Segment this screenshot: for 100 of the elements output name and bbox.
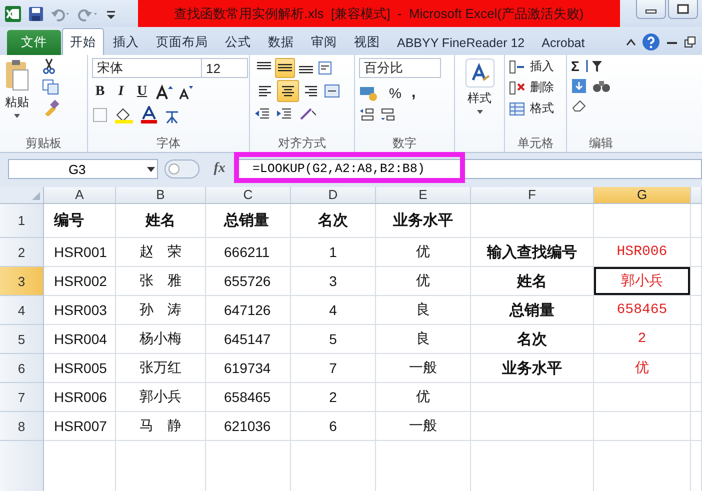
ribbon-tab[interactable]: 插入: [105, 29, 147, 55]
align-center-button[interactable]: [277, 80, 299, 102]
format-cells-icon: [509, 102, 525, 116]
fill-icon[interactable]: [571, 78, 587, 94]
ribbon-tab[interactable]: 视图: [346, 29, 388, 55]
sum-button[interactable]: Σ: [571, 58, 580, 74]
help-icon[interactable]: [642, 33, 660, 51]
table-cell-text: 业务水平: [392, 211, 454, 231]
row-header[interactable]: 2: [0, 238, 44, 267]
collapse-icon[interactable]: [626, 38, 636, 46]
ribbon-tab[interactable]: 数据: [260, 29, 302, 55]
empty-cell: [691, 383, 702, 412]
table-cell-text: 658465: [223, 388, 272, 407]
caret-icon: [145, 165, 158, 173]
result-cell-text: 658465: [616, 301, 668, 320]
paste-button[interactable]: 粘贴: [4, 58, 30, 135]
column-header[interactable]: G: [594, 187, 691, 204]
font-color-icon[interactable]: [140, 106, 158, 124]
column-header[interactable]: E: [376, 187, 471, 204]
column-header[interactable]: B: [116, 187, 206, 204]
ribbon-tab[interactable]: 页面布局: [148, 29, 216, 55]
table-cell-text: 编号: [52, 211, 85, 231]
column-header[interactable]: A: [44, 187, 116, 204]
percent-button[interactable]: %: [389, 84, 402, 100]
table-cell-text: 2: [328, 388, 338, 407]
ribbon-tab[interactable]: ABBYY FineReader 12: [389, 29, 533, 55]
cut-icon[interactable]: [42, 58, 56, 74]
align-center-icon: [281, 86, 295, 96]
comma-button[interactable]: ,: [411, 84, 416, 101]
delete-cells-button[interactable]: 删除: [509, 79, 554, 96]
grow-font-icon[interactable]: [155, 84, 173, 100]
table-cell-text: 姓名: [516, 272, 548, 292]
table-cell-text: 良: [415, 300, 431, 319]
column-header[interactable]: F: [471, 187, 594, 204]
column-header[interactable]: C: [206, 187, 291, 204]
save-icon[interactable]: [28, 6, 44, 22]
delete-cells-icon: [509, 80, 525, 94]
increase-decimal-icon[interactable]: [359, 107, 375, 121]
result-cell-text: 2: [636, 330, 648, 349]
insert-function-button[interactable]: fx: [214, 161, 226, 177]
find-icon[interactable]: [592, 78, 612, 94]
row-header[interactable]: 6: [0, 354, 44, 383]
group-label: 字体: [156, 135, 180, 152]
merge-icon[interactable]: [323, 83, 341, 99]
result-cell-text: HSR006: [616, 243, 668, 262]
table-cell-text: 1: [328, 243, 338, 262]
table-cell-text: HSR003: [53, 301, 108, 320]
row-header[interactable]: 7: [0, 383, 44, 412]
font-size-field[interactable]: 12: [202, 58, 248, 78]
row-header[interactable]: 4: [0, 296, 44, 325]
row-header[interactable]: 8: [0, 412, 44, 441]
row-header[interactable]: 5: [0, 325, 44, 354]
table-cell-text: 7: [328, 359, 338, 378]
restore-button[interactable]: [668, 0, 698, 19]
styles-button[interactable]: 样式: [464, 58, 494, 135]
column-header[interactable]: D: [291, 187, 376, 204]
restore-icon[interactable]: [684, 36, 696, 48]
bold-button[interactable]: B: [92, 84, 108, 100]
table-cell-text: 业务水平: [501, 358, 563, 378]
table-cell-text: 优: [415, 387, 431, 406]
ribbon-tab[interactable]: 公式: [217, 29, 259, 55]
table-cell-text: 优: [415, 242, 431, 261]
format-cells-button[interactable]: 格式: [509, 100, 554, 117]
font-name-field[interactable]: 宋体: [92, 58, 202, 78]
sort-filter-icon[interactable]: [584, 58, 604, 74]
number-format-field[interactable]: 百分比: [359, 58, 441, 78]
table-cell-text: 郭小兵: [138, 387, 182, 406]
table-cell-text: HSR005: [53, 359, 108, 378]
insert-cells-button[interactable]: 插入: [509, 58, 554, 75]
table-cell-text: 一般: [408, 416, 438, 435]
file-tab[interactable]: 文件: [7, 30, 61, 55]
table-cell-text: 总销量: [508, 300, 556, 320]
decrease-decimal-icon[interactable]: [380, 107, 396, 121]
corner-icon: [31, 191, 41, 201]
orientation-icon[interactable]: [298, 106, 318, 122]
expand-handle-icon[interactable]: [164, 159, 200, 179]
row-header[interactable]: 3: [0, 267, 44, 296]
table-cell-text: 总销量: [222, 211, 270, 231]
shrink-font-icon[interactable]: [178, 84, 194, 100]
border-icon[interactable]: [92, 107, 108, 123]
copy-icon[interactable]: [42, 79, 60, 95]
minimize-button[interactable]: [636, 0, 666, 19]
ribbon-tab[interactable]: 开始: [62, 28, 104, 55]
name-box[interactable]: G3: [8, 159, 158, 179]
align-middle-icon: [278, 64, 292, 72]
italic-button[interactable]: I: [113, 84, 129, 100]
group-label: 编辑: [589, 135, 613, 152]
currency-icon[interactable]: [359, 84, 379, 100]
insert-cells-icon: [509, 60, 525, 74]
fill-color-icon[interactable]: [113, 106, 135, 124]
table-cell-text: HSR004: [53, 330, 108, 349]
formula-field[interactable]: =LOOKUP(G2,A2:A8,B2:B8): [237, 159, 702, 179]
align-middle-button[interactable]: [275, 58, 295, 78]
underline-button[interactable]: U: [134, 84, 150, 100]
table-cell-text: 孙 涛: [138, 300, 182, 319]
table-cell-text: HSR001: [53, 243, 108, 262]
ribbon-tab[interactable]: 审阅: [303, 29, 345, 55]
row-header[interactable]: 1: [0, 204, 44, 238]
table-cell-text: HSR002: [53, 272, 108, 291]
ribbon-tab[interactable]: Acrobat: [534, 29, 593, 55]
